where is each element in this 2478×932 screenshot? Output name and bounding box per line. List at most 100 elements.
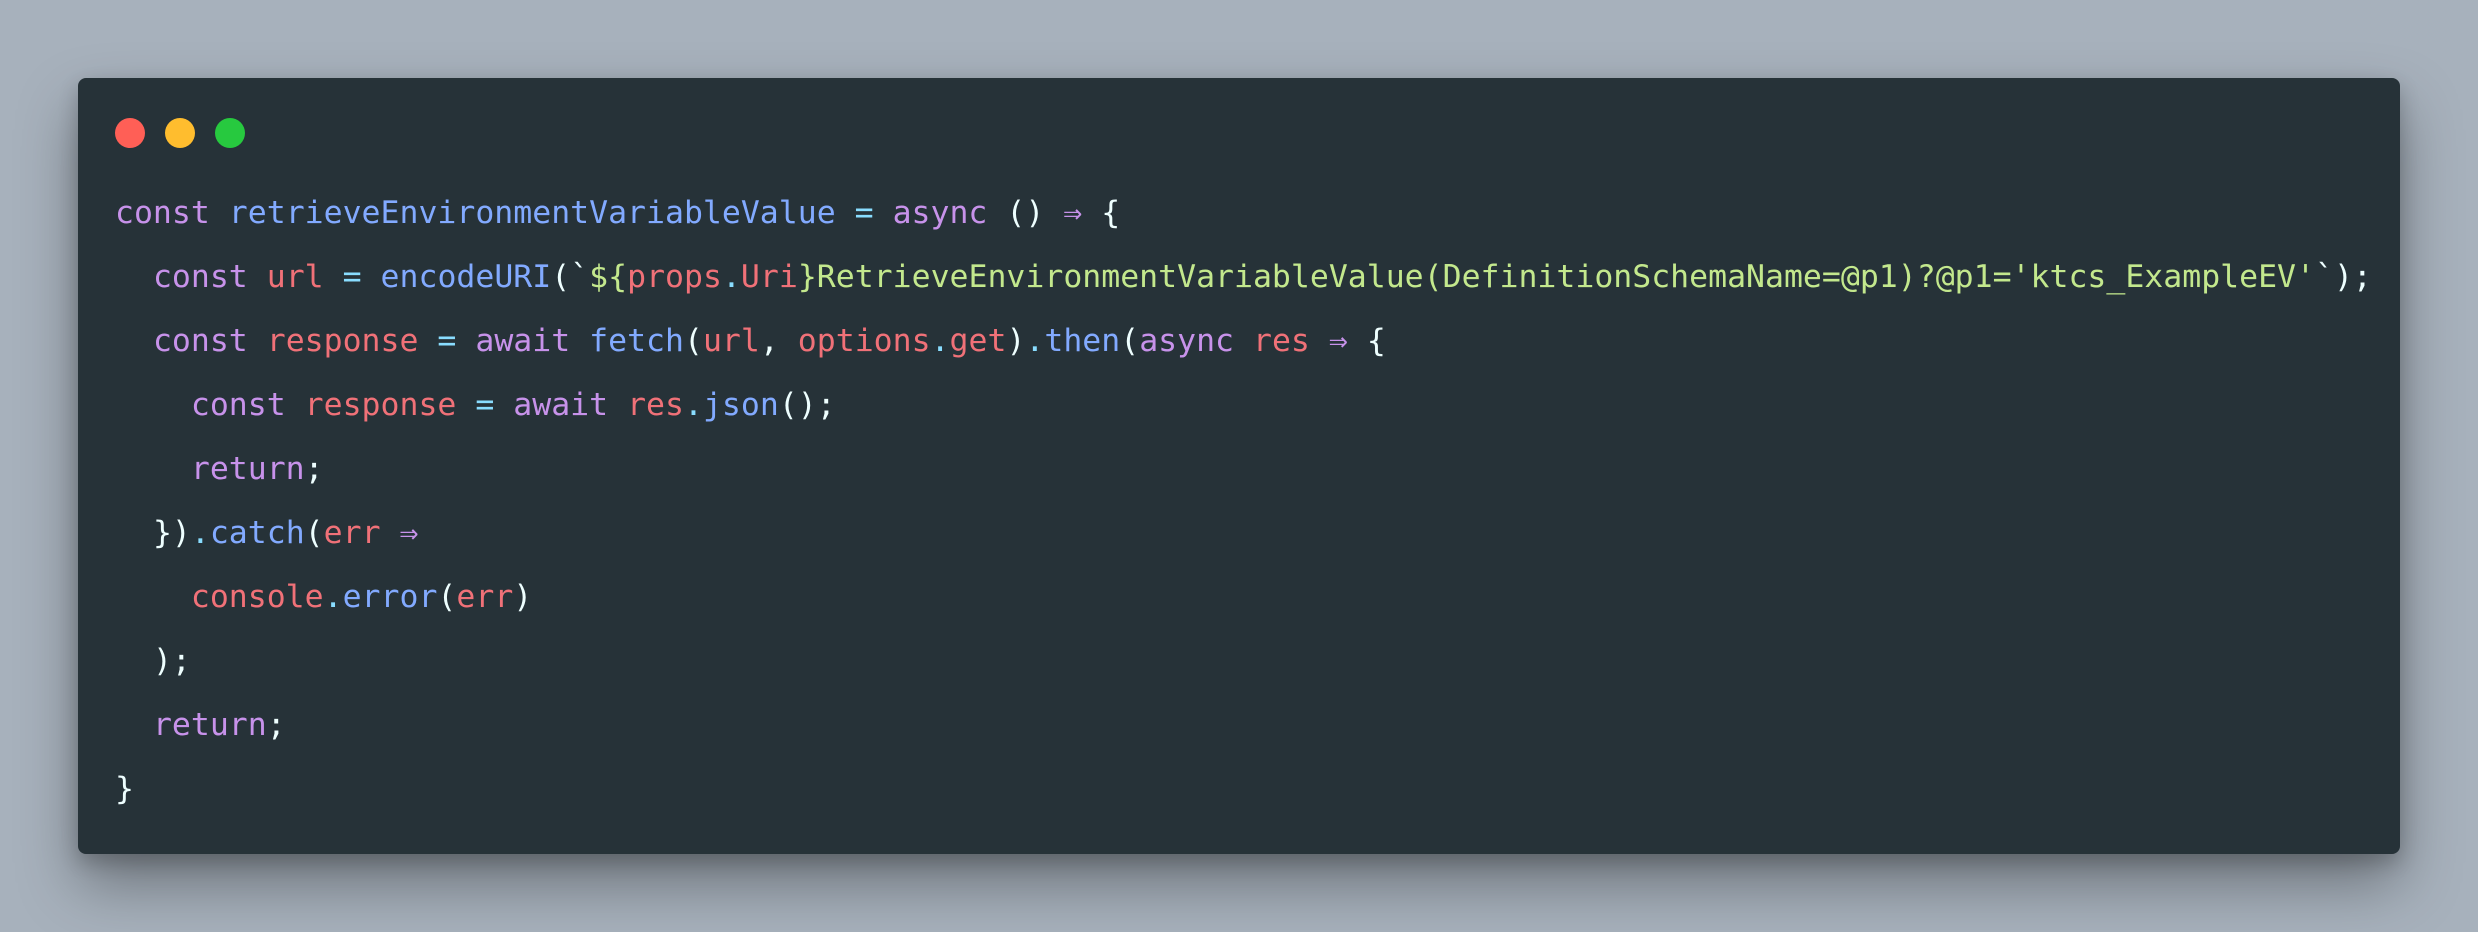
code-token-variable: err <box>323 515 381 551</box>
code-token-variable: Uri <box>740 259 798 295</box>
code-line: }).catch(err ⇒ <box>115 501 2372 565</box>
code-token-keyword: return <box>152 707 267 743</box>
close-dot-icon[interactable] <box>115 118 145 148</box>
code-token-keyword: await <box>513 387 609 423</box>
code-token-keyword: const <box>115 195 210 231</box>
code-token-variable: err <box>456 579 514 615</box>
code-token-plain: }) <box>152 515 191 551</box>
code-token-plain: , <box>759 323 779 359</box>
code-token-function: error <box>342 579 438 615</box>
code-line: ); <box>115 629 2372 693</box>
code-token-function: retrieveEnvironmentVariableValue <box>228 195 836 231</box>
code-token-punctuation: . <box>190 515 210 551</box>
code-token-variable: console <box>190 579 324 615</box>
code-token-function: json <box>702 387 779 423</box>
code-token-plain: ) <box>1006 323 1026 359</box>
code-token-plain: (` <box>551 259 590 295</box>
code-token-function: catch <box>209 515 305 551</box>
code-token-keyword: ⇒ <box>1063 195 1083 231</box>
code-token-keyword: ⇒ <box>399 515 419 551</box>
code-token-variable: url <box>702 323 760 359</box>
code-token-plain: `); <box>2314 259 2372 295</box>
code-token-punctuation: = <box>854 195 874 231</box>
code-window: const retrieveEnvironmentVariableValue =… <box>78 78 2400 854</box>
code-token-keyword: const <box>152 323 248 359</box>
code-token-variable: res <box>627 387 684 423</box>
code-token-punctuation: . <box>1025 323 1045 359</box>
code-token-plain: ( <box>304 515 324 551</box>
code-token-variable: response <box>304 387 457 423</box>
maximize-dot-icon[interactable] <box>215 118 245 148</box>
code-block: const retrieveEnvironmentVariableValue =… <box>115 181 2372 821</box>
code-token-keyword: const <box>190 387 286 423</box>
code-token-plain: ; <box>266 707 286 743</box>
code-token-punctuation: = <box>475 387 495 423</box>
code-token-plain: { <box>1101 195 1121 231</box>
code-token-keyword: const <box>152 259 248 295</box>
code-token-variable: get <box>949 323 1007 359</box>
code-token-keyword: async <box>1139 323 1235 359</box>
code-token-string: }RetrieveEnvironmentVariableValue(Defini… <box>797 259 2315 295</box>
code-token-plain: ( <box>1120 323 1140 359</box>
code-token-plain: (); <box>778 387 836 423</box>
minimize-dot-icon[interactable] <box>165 118 195 148</box>
code-line: return; <box>115 693 2372 757</box>
code-token-punctuation: = <box>342 259 362 295</box>
code-token-plain: ) <box>513 579 533 615</box>
code-token-variable: response <box>266 323 419 359</box>
code-token-plain: ); <box>152 643 191 679</box>
code-line: const retrieveEnvironmentVariableValue =… <box>115 181 2372 245</box>
code-token-variable: res <box>1253 323 1310 359</box>
code-token-punctuation: . <box>323 579 343 615</box>
code-token-keyword: ⇒ <box>1328 323 1348 359</box>
code-line: return; <box>115 437 2372 501</box>
code-token-function: then <box>1044 323 1121 359</box>
code-token-keyword: await <box>475 323 571 359</box>
code-token-function: encodeURI <box>380 259 552 295</box>
code-line: const response = await res.json(); <box>115 373 2372 437</box>
code-token-function: fetch <box>589 323 684 359</box>
code-line: console.error(err) <box>115 565 2372 629</box>
code-token-plain: () <box>1006 195 1045 231</box>
code-token-punctuation: = <box>437 323 457 359</box>
code-line: const response = await fetch ( url, option… <box>115 309 2372 373</box>
code-line: } <box>115 757 2372 821</box>
code-token-plain: ; <box>304 451 324 487</box>
code-token-keyword: async <box>892 195 988 231</box>
code-token-variable: options <box>797 323 931 359</box>
code-token-punctuation: . <box>683 387 703 423</box>
code-token-plain: ( <box>437 579 457 615</box>
code-token-keyword: return <box>190 451 305 487</box>
code-token-string: ${ <box>589 259 628 295</box>
code-token-plain: } <box>115 771 134 807</box>
code-token-plain: { <box>1366 323 1386 359</box>
code-token-punctuation: . <box>930 323 950 359</box>
